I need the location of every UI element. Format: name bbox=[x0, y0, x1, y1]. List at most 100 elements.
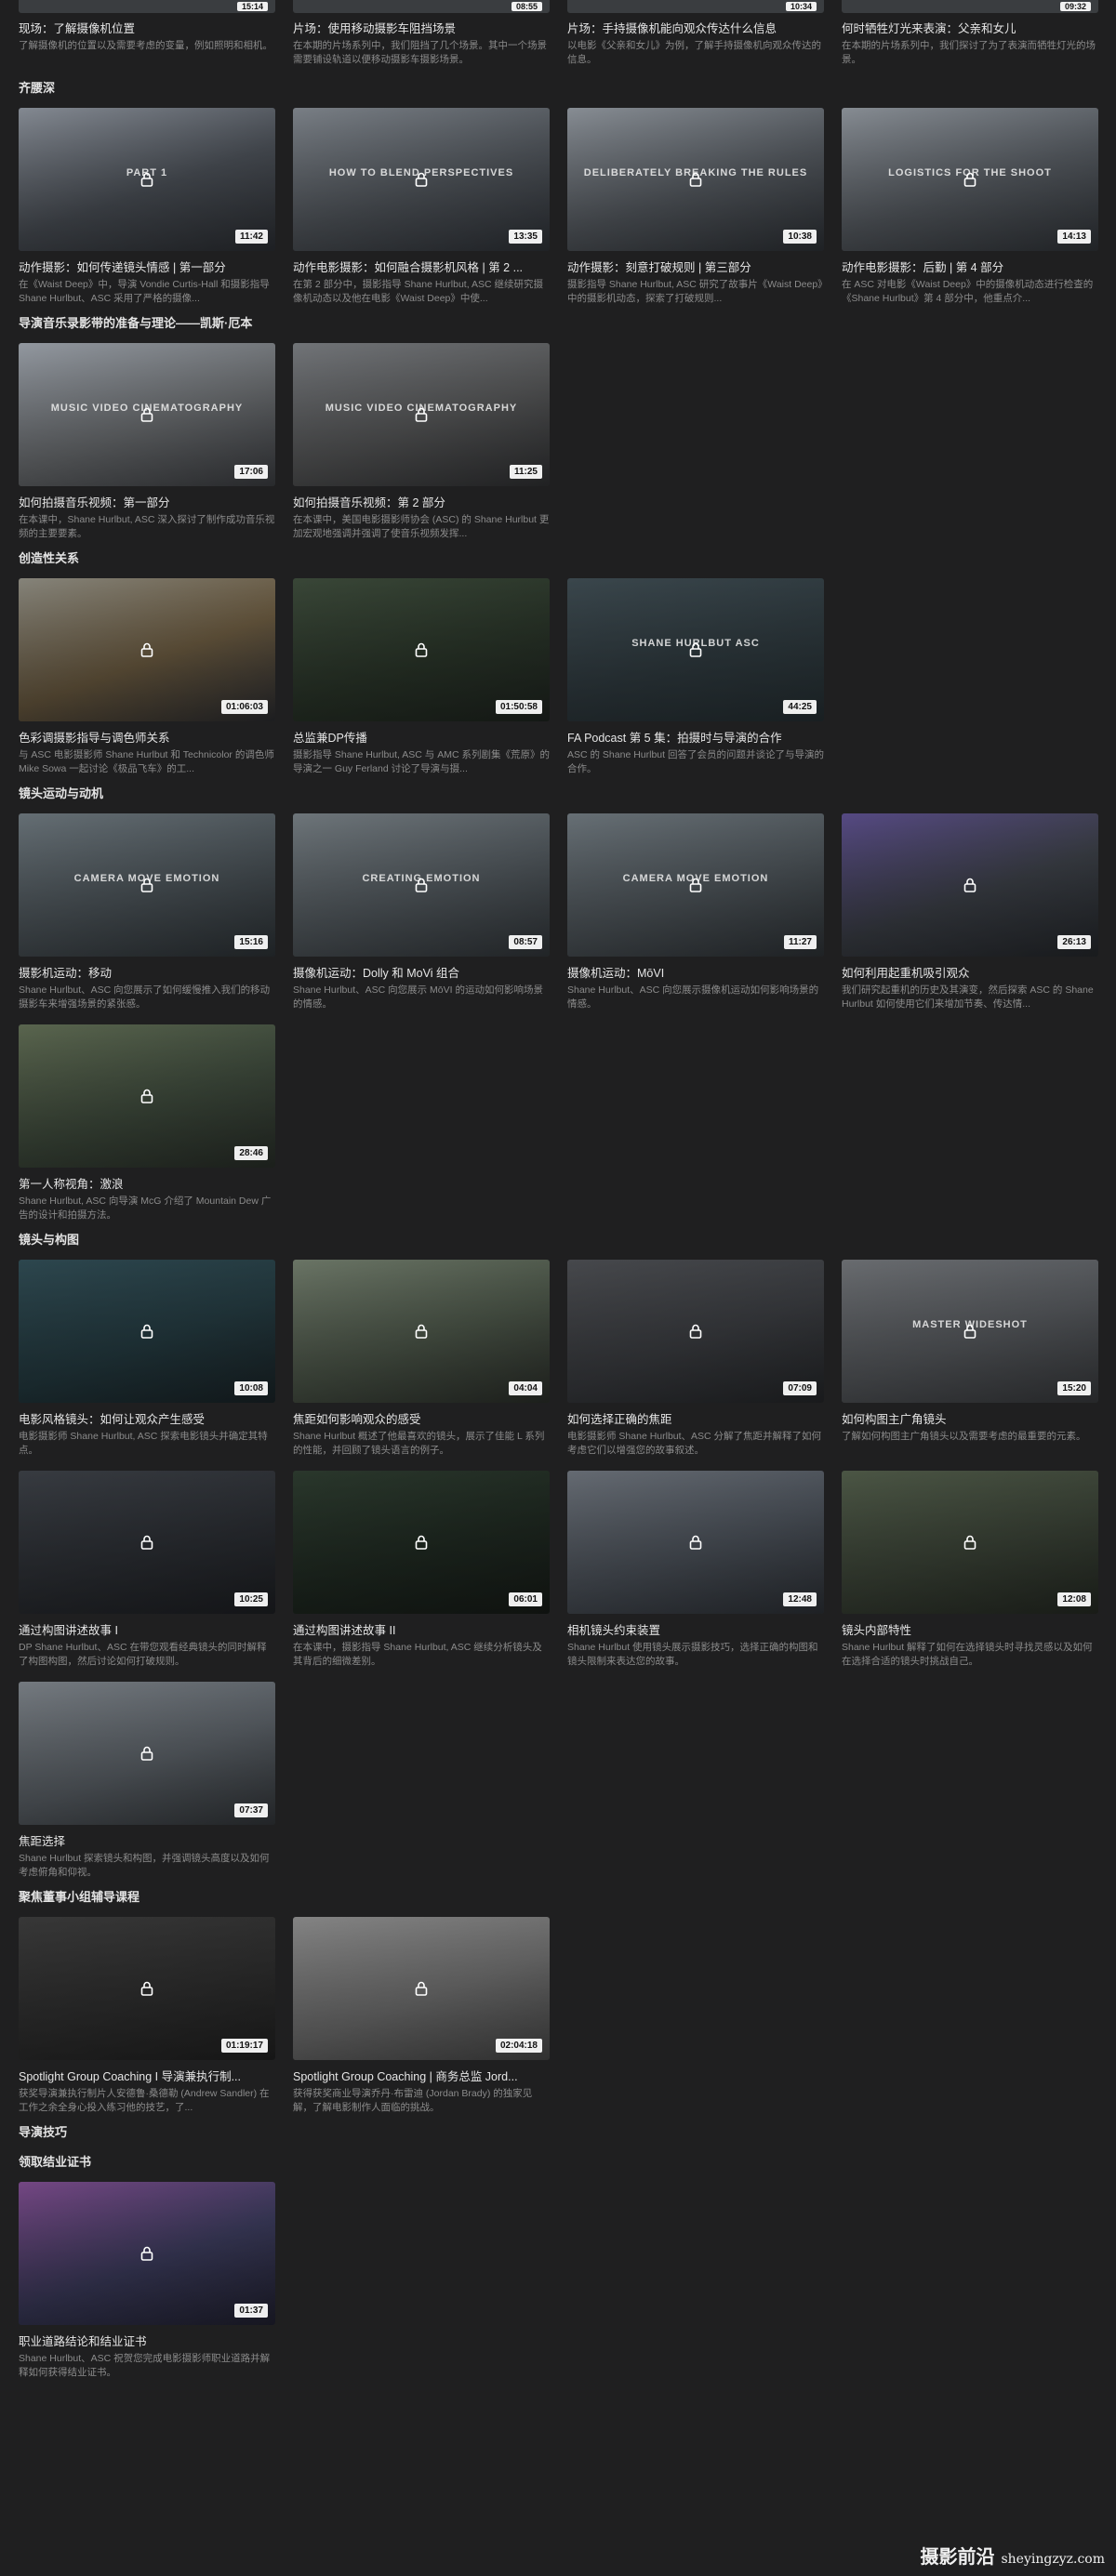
video-thumbnail[interactable]: CREATING EMOTION 08:57 bbox=[293, 813, 550, 957]
video-card[interactable]: 07:09 如何选择正确的焦距 电影摄影师 Shane Hurlbut、ASC 分解… bbox=[567, 1260, 824, 1458]
video-title[interactable]: 第一人称视角：激浪 bbox=[19, 1174, 275, 1192]
video-thumbnail[interactable]: 01:37 bbox=[19, 2182, 275, 2325]
video-title[interactable]: 动作摄影：刻意打破规则 | 第三部分 bbox=[567, 258, 824, 275]
video-thumbnail[interactable]: LOGISTICS FOR THE SHOOT 14:13 bbox=[842, 108, 1098, 251]
video-card[interactable]: 10:34 片场：手持摄像机能向观众传达什么信息 以电影《父亲和女儿》为例，了解手持… bbox=[567, 0, 824, 67]
video-card[interactable]: PART 1 11:42 动作摄影：如何传递镜头情感 | 第一部分 在《Waist D… bbox=[19, 108, 275, 306]
video-card[interactable]: SHANE HURLBUT ASC 44:25 FA Podcast 第 5 集：拍… bbox=[567, 578, 824, 776]
video-thumbnail[interactable]: CAMERA MOVE EMOTION 15:16 bbox=[19, 813, 275, 957]
video-title[interactable]: 通过构图讲述故事 II bbox=[293, 1620, 550, 1638]
video-card[interactable]: 04:04 焦距如何影响观众的感受 Shane Hurlbut 概述了他最喜欢的镜头… bbox=[293, 1260, 550, 1458]
video-title[interactable]: FA Podcast 第 5 集：拍摄时与导演的合作 bbox=[567, 728, 824, 746]
video-title[interactable]: 动作电影摄影：后勤 | 第 4 部分 bbox=[842, 258, 1098, 275]
video-thumbnail[interactable]: 01:06:03 bbox=[19, 578, 275, 721]
video-card[interactable]: 12:48 相机镜头约束装置 Shane Hurlbut 使用镜头展示摄影技巧，选择… bbox=[567, 1471, 824, 1669]
video-title[interactable]: 如何拍摄音乐视频：第一部分 bbox=[19, 493, 275, 510]
video-title[interactable]: 总监兼DP传播 bbox=[293, 728, 550, 746]
video-thumbnail[interactable]: 07:37 bbox=[19, 1682, 275, 1825]
video-thumbnail[interactable]: PART 1 11:42 bbox=[19, 108, 275, 251]
video-title[interactable]: 如何拍摄音乐视频：第 2 部分 bbox=[293, 493, 550, 510]
video-title[interactable]: 何时牺牲灯光来表演：父亲和女儿 bbox=[842, 19, 1098, 36]
video-title[interactable]: 片场：手持摄像机能向观众传达什么信息 bbox=[567, 19, 824, 36]
video-card[interactable]: 15:14 现场：了解摄像机位置了解摄像机的位置以及需要考虑的变量，例如照明和相机… bbox=[19, 0, 275, 67]
video-card[interactable]: 01:37 职业道路结论和结业证书 Shane Hurlbut、ASC 祝贺您完成电… bbox=[19, 2182, 275, 2380]
video-card[interactable]: 08:55 片场：使用移动摄影车阻挡场景 在本期的片场系列中，我们阻挡了几个场景。其… bbox=[293, 0, 550, 67]
course-section: 齐腰深 PART 1 11:42 动作摄影：如何传递镜头情感 | 第一部分 在《Wais… bbox=[19, 78, 1098, 306]
video-thumbnail[interactable]: HOW TO BLEND PERSPECTIVES 13:35 bbox=[293, 108, 550, 251]
video-thumbnail[interactable]: 10:08 bbox=[19, 1260, 275, 1403]
video-card[interactable]: 01:50:58 总监兼DP传播 摄影指导 Shane Hurlbut, ASC 与… bbox=[293, 578, 550, 776]
video-card[interactable]: 10:25 通过构图讲述故事 I DP Shane Hurlbut、ASC 在带您观… bbox=[19, 1471, 275, 1669]
video-title[interactable]: 焦距如何影响观众的感受 bbox=[293, 1409, 550, 1427]
video-title[interactable]: 如何构图主广角镜头 bbox=[842, 1409, 1098, 1427]
video-thumbnail[interactable]: 28:46 bbox=[19, 1024, 275, 1168]
video-card[interactable]: CAMERA MOVE EMOTION 15:16 摄影机运动：移动 Shane Hu… bbox=[19, 813, 275, 1011]
video-thumbnail[interactable]: 04:04 bbox=[293, 1260, 550, 1403]
video-title[interactable]: 焦距选择 bbox=[19, 1831, 275, 1849]
video-title[interactable]: 相机镜头约束装置 bbox=[567, 1620, 824, 1638]
video-card[interactable]: 28:46 第一人称视角：激浪 Shane Hurlbut, ASC 向导演 McG… bbox=[19, 1024, 275, 1222]
video-card[interactable]: 12:08 镜头内部特性 Shane Hurlbut 解释了如何在选择镜头时寻找灵感… bbox=[842, 1471, 1098, 1669]
video-title[interactable]: 摄影机运动：移动 bbox=[19, 963, 275, 981]
video-title[interactable]: 职业道路结论和结业证书 bbox=[19, 2332, 275, 2349]
video-description: 了解摄像机的位置以及需要考虑的变量，例如照明和相机。 bbox=[19, 40, 272, 51]
video-card[interactable]: HOW TO BLEND PERSPECTIVES 13:35 动作电影摄影：如何融… bbox=[293, 108, 550, 306]
video-card[interactable]: 09:32 何时牺牲灯光来表演：父亲和女儿 在本期的片场系列中，我们探讨了为了表演而… bbox=[842, 0, 1098, 67]
section-title: 镜头与构图 bbox=[19, 1233, 80, 1247]
video-title[interactable]: 现场：了解摄像机位置 bbox=[19, 19, 275, 36]
duration-badge: 01:50:58 bbox=[495, 700, 542, 714]
video-thumbnail[interactable]: 12:48 bbox=[567, 1471, 824, 1614]
video-card[interactable]: 26:13 如何利用起重机吸引观众 我们研究起重机的历史及其演变，然后探索 ASC … bbox=[842, 813, 1098, 1011]
video-card[interactable]: MUSIC VIDEO CINEMATOGRAPHY 11:25 如何拍摄音乐视频：… bbox=[293, 343, 550, 541]
video-thumbnail[interactable]: 15:14 bbox=[19, 0, 275, 13]
video-card[interactable]: 06:01 通过构图讲述故事 II 在本课中，摄影指导 Shane Hurlbut,… bbox=[293, 1471, 550, 1669]
video-title[interactable]: 动作摄影：如何传递镜头情感 | 第一部分 bbox=[19, 258, 275, 275]
duration-badge: 12:48 bbox=[783, 1592, 817, 1606]
video-thumbnail[interactable]: 01:19:17 bbox=[19, 1917, 275, 2060]
video-thumbnail[interactable]: 06:01 bbox=[293, 1471, 550, 1614]
video-card[interactable]: CAMERA MOVE EMOTION 11:27 摄像机运动：MōVI Shane … bbox=[567, 813, 824, 1011]
video-thumbnail[interactable]: MASTER WIDESHOT 15:20 bbox=[842, 1260, 1098, 1403]
duration-badge: 09:32 bbox=[1059, 2, 1091, 11]
video-card[interactable]: 02:04:18 Spotlight Group Coaching | 商务总监 … bbox=[293, 1917, 550, 2115]
video-description: Shane Hurlbut 解释了如何在选择镜头时寻找灵感以及如何在选择合适的镜… bbox=[842, 1642, 1093, 1667]
lock-icon bbox=[413, 1323, 430, 1340]
video-title[interactable]: 摄像机运动：Dolly 和 MoVi 组合 bbox=[293, 963, 550, 981]
video-title[interactable]: 通过构图讲述故事 I bbox=[19, 1620, 275, 1638]
video-thumbnail[interactable]: DELIBERATELY BREAKING THE RULES 10:38 bbox=[567, 108, 824, 251]
video-title[interactable]: Spotlight Group Coaching I 导演兼执行制... bbox=[19, 2067, 275, 2084]
video-thumbnail[interactable]: MUSIC VIDEO CINEMATOGRAPHY 17:06 bbox=[19, 343, 275, 486]
video-card[interactable]: 01:19:17 Spotlight Group Coaching I 导演兼执行… bbox=[19, 1917, 275, 2115]
video-thumbnail[interactable]: 09:32 bbox=[842, 0, 1098, 13]
video-thumbnail[interactable]: 02:04:18 bbox=[293, 1917, 550, 2060]
video-thumbnail[interactable]: 01:50:58 bbox=[293, 578, 550, 721]
video-thumbnail[interactable]: 10:34 bbox=[567, 0, 824, 13]
video-title[interactable]: 如何利用起重机吸引观众 bbox=[842, 963, 1098, 981]
video-title[interactable]: 动作电影摄影：如何融合摄影机风格 | 第 2 ... bbox=[293, 258, 550, 275]
video-thumbnail[interactable]: CAMERA MOVE EMOTION 11:27 bbox=[567, 813, 824, 957]
video-card[interactable]: 07:37 焦距选择 Shane Hurlbut 探索镜头和构图，并强调镜头高度以及… bbox=[19, 1682, 275, 1880]
video-thumbnail[interactable]: 26:13 bbox=[842, 813, 1098, 957]
video-title[interactable]: 片场：使用移动摄影车阻挡场景 bbox=[293, 19, 550, 36]
video-card[interactable]: LOGISTICS FOR THE SHOOT 14:13 动作电影摄影：后勤 | … bbox=[842, 108, 1098, 306]
video-title[interactable]: Spotlight Group Coaching | 商务总监 Jord... bbox=[293, 2067, 550, 2084]
video-thumbnail[interactable]: MUSIC VIDEO CINEMATOGRAPHY 11:25 bbox=[293, 343, 550, 486]
video-thumbnail[interactable]: SHANE HURLBUT ASC 44:25 bbox=[567, 578, 824, 721]
video-title[interactable]: 镜头内部特性 bbox=[842, 1620, 1098, 1638]
video-card[interactable]: DELIBERATELY BREAKING THE RULES 10:38 动作摄影… bbox=[567, 108, 824, 306]
video-title[interactable]: 色彩调摄影指导与调色师关系 bbox=[19, 728, 275, 746]
video-description: 在本课中，美国电影摄影师协会 (ASC) 的 Shane Hurlbut 更加宏… bbox=[293, 514, 550, 539]
video-title[interactable]: 如何选择正确的焦距 bbox=[567, 1409, 824, 1427]
video-title[interactable]: 摄像机运动：MōVI bbox=[567, 963, 824, 981]
video-thumbnail[interactable]: 10:25 bbox=[19, 1471, 275, 1614]
video-title[interactable]: 电影风格镜头：如何让观众产生感受 bbox=[19, 1409, 275, 1427]
video-thumbnail[interactable]: 08:55 bbox=[293, 0, 550, 13]
video-card[interactable]: 10:08 电影风格镜头：如何让观众产生感受 电影摄影师 Shane Hurlbut… bbox=[19, 1260, 275, 1458]
video-card[interactable]: CREATING EMOTION 08:57 摄像机运动：Dolly 和 MoVi … bbox=[293, 813, 550, 1011]
video-card[interactable]: MUSIC VIDEO CINEMATOGRAPHY 17:06 如何拍摄音乐视频：… bbox=[19, 343, 275, 541]
video-thumbnail[interactable]: 07:09 bbox=[567, 1260, 824, 1403]
video-card[interactable]: MASTER WIDESHOT 15:20 如何构图主广角镜头 了解如何构图主广角镜头… bbox=[842, 1260, 1098, 1458]
video-thumbnail[interactable]: 12:08 bbox=[842, 1471, 1098, 1614]
video-grid: CAMERA MOVE EMOTION 15:16 摄影机运动：移动 Shane Hu… bbox=[19, 813, 1098, 1222]
video-card[interactable]: 01:06:03 色彩调摄影指导与调色师关系与 ASC 电影摄影师 Shane H… bbox=[19, 578, 275, 776]
